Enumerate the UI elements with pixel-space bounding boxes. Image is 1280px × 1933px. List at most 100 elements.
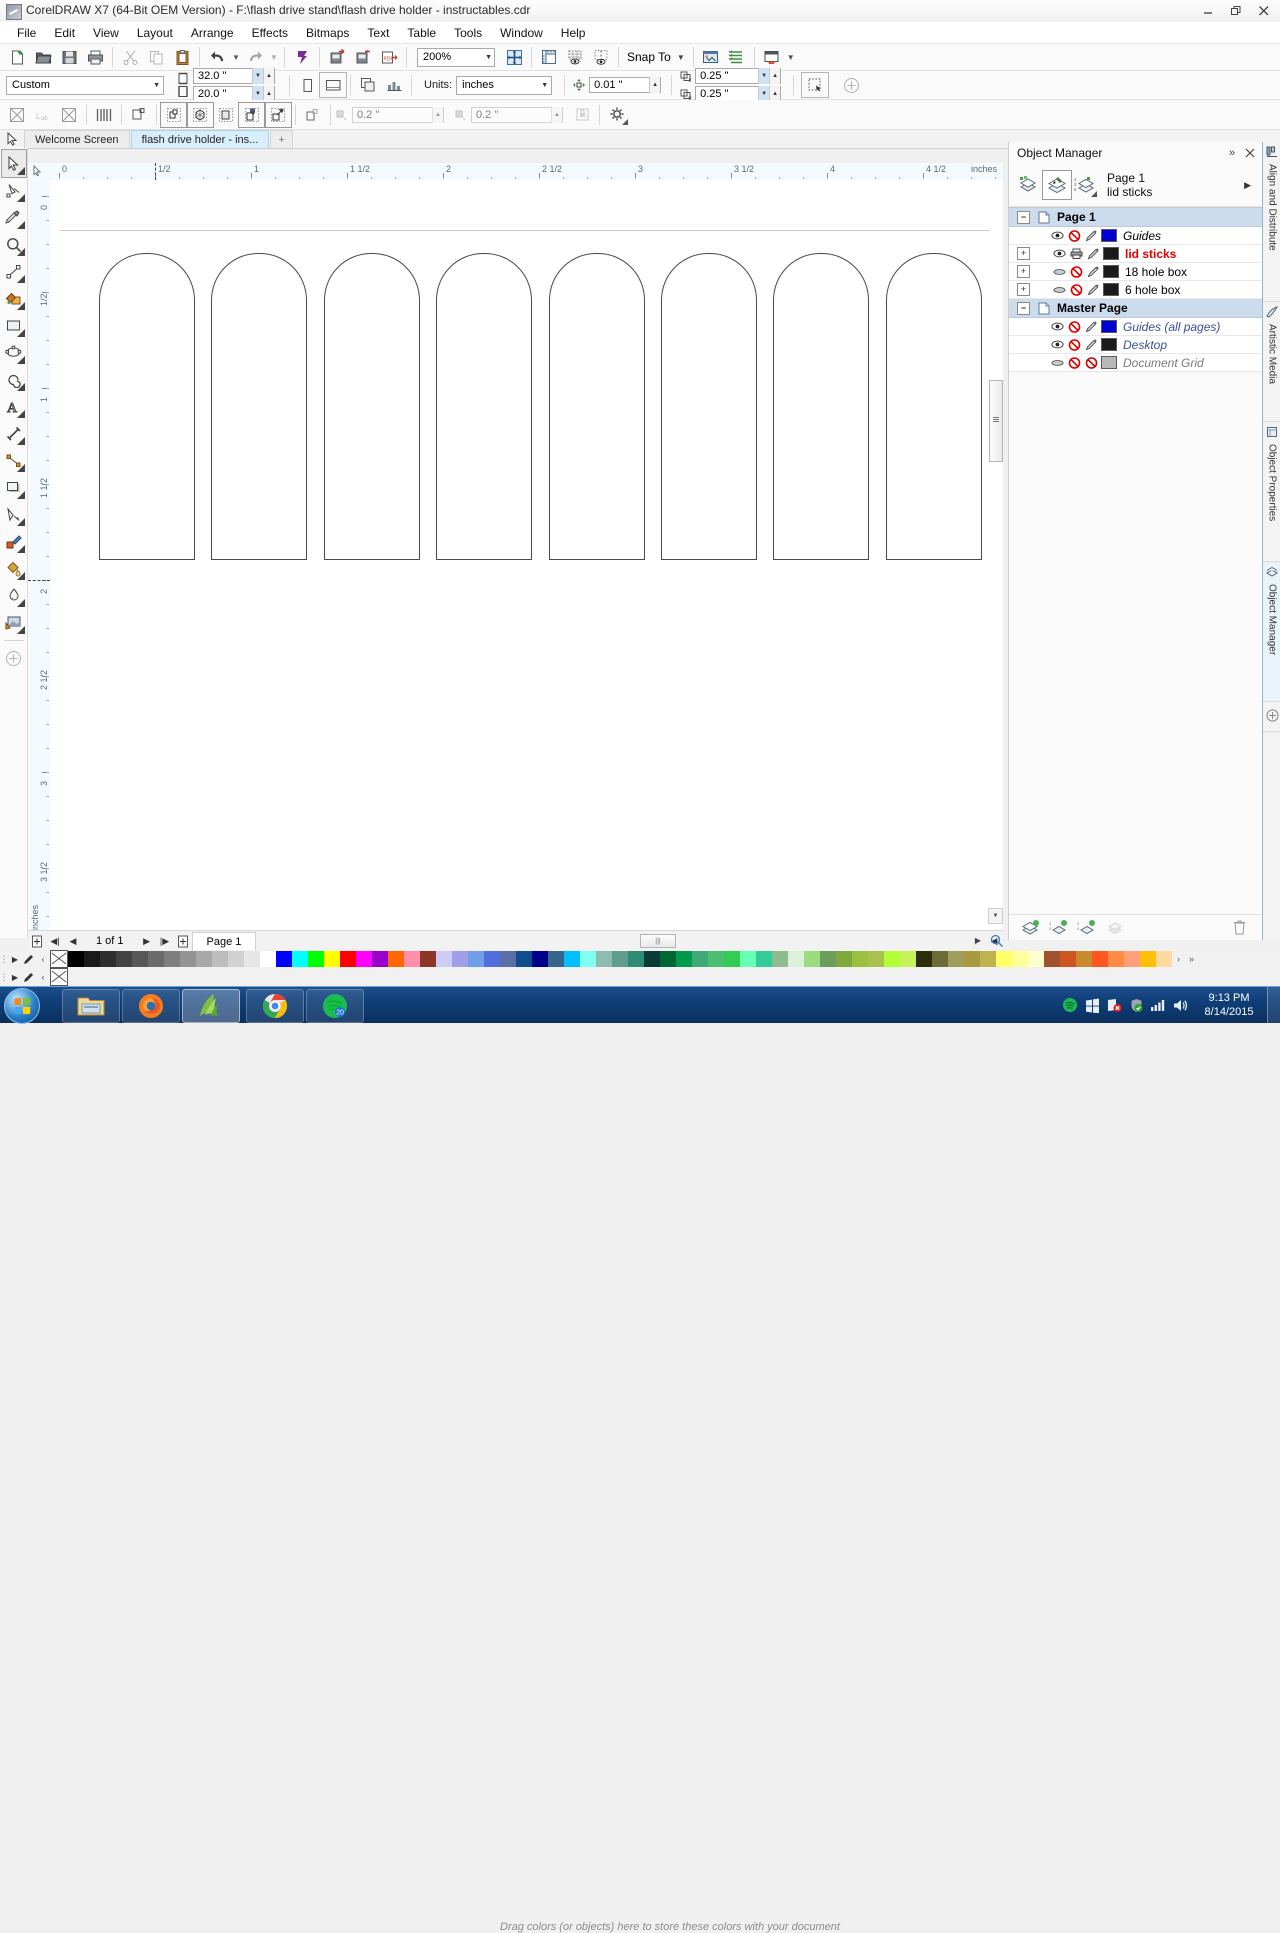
previous-page-button[interactable]: ◀ xyxy=(64,932,82,950)
shape-tool[interactable] xyxy=(2,177,26,204)
drawing-canvas[interactable]: ▼ xyxy=(50,180,1003,932)
layer-color-swatch[interactable] xyxy=(1101,320,1117,333)
menu-view[interactable]: View xyxy=(84,24,128,42)
interactive-fill-tool[interactable] xyxy=(2,609,26,636)
next-page-button[interactable]: ▶ xyxy=(138,932,156,950)
color-swatch[interactable] xyxy=(196,951,212,967)
outline-tool[interactable] xyxy=(2,582,26,609)
color-swatch[interactable] xyxy=(228,951,244,967)
expand-collapse-icon[interactable]: − xyxy=(1017,301,1030,315)
layer-editable-icon[interactable] xyxy=(1084,229,1099,243)
first-page-button[interactable]: ◀| xyxy=(46,932,64,950)
color-swatch[interactable] xyxy=(788,951,804,967)
color-swatch[interactable] xyxy=(260,951,276,967)
outline-y-field[interactable]: 0.2 " ▲ xyxy=(471,106,563,123)
color-swatch[interactable] xyxy=(68,951,84,967)
transparency-tool-flyout[interactable] xyxy=(16,518,25,526)
layer-row[interactable]: Desktop xyxy=(1009,336,1263,354)
expand-layer-icon[interactable]: + xyxy=(1017,247,1030,260)
lid-stick[interactable] xyxy=(548,253,645,560)
color-swatch[interactable] xyxy=(1012,951,1028,967)
customize-toolbox-button[interactable] xyxy=(2,645,26,672)
color-swatch[interactable] xyxy=(116,951,132,967)
current-page-button[interactable] xyxy=(381,73,407,97)
layer-editable-icon[interactable] xyxy=(1084,320,1099,334)
color-swatch[interactable] xyxy=(436,951,452,967)
color-swatch[interactable] xyxy=(852,951,868,967)
expand-collapse-icon[interactable]: − xyxy=(1017,210,1030,224)
color-swatch[interactable] xyxy=(212,951,228,967)
snap-to-dropdown[interactable]: Snap To ▼ xyxy=(623,50,689,64)
ruler-origin-button[interactable] xyxy=(28,163,51,181)
layer-group-row[interactable]: − Master Page xyxy=(1009,299,1263,318)
outline-tool-flyout[interactable] xyxy=(16,599,25,607)
layer-editable-icon[interactable] xyxy=(1086,247,1101,261)
layer-row[interactable]: Document Grid xyxy=(1009,354,1263,372)
document-palette-left-button[interactable]: ‹ xyxy=(36,968,50,986)
color-swatch[interactable] xyxy=(980,951,996,967)
tray-security-icon[interactable] xyxy=(1125,987,1147,1023)
color-swatch[interactable] xyxy=(516,951,532,967)
taskbar-clock[interactable]: 9:13 PM 8/14/2015 xyxy=(1191,991,1267,1019)
duplicate-x-stepper[interactable]: ▲ xyxy=(769,68,781,84)
portrait-orientation-button[interactable] xyxy=(294,73,320,97)
layer-manager-view-button[interactable]: 135 xyxy=(1071,171,1099,199)
page-width-field[interactable]: 32.0 " ▼ ▲ xyxy=(193,68,275,84)
freehand-tool[interactable] xyxy=(2,258,26,285)
layer-row[interactable]: +18 hole box xyxy=(1009,263,1263,281)
color-swatch[interactable] xyxy=(868,951,884,967)
color-swatch[interactable] xyxy=(100,951,116,967)
side-tab-add-docker[interactable] xyxy=(1263,702,1280,732)
align-right-button[interactable] xyxy=(56,103,82,127)
color-swatch[interactable] xyxy=(148,951,164,967)
color-swatch[interactable] xyxy=(292,951,308,967)
layer-color-swatch[interactable] xyxy=(1103,265,1119,278)
menu-effects[interactable]: Effects xyxy=(243,24,297,42)
expand-layer-icon[interactable]: + xyxy=(1017,265,1030,278)
menu-tools[interactable]: Tools xyxy=(445,24,491,42)
layer-editable-icon[interactable] xyxy=(1084,338,1099,352)
side-tab-artistic-media[interactable]: Artistic Media xyxy=(1263,302,1280,422)
tab-welcome-screen[interactable]: Welcome Screen xyxy=(24,130,130,148)
collapse-docker-button[interactable]: » xyxy=(1223,144,1241,162)
layer-tree[interactable]: − Page 1 Guides + lid sticks +18 hole box +6 h… xyxy=(1009,207,1263,372)
color-swatch[interactable] xyxy=(884,951,900,967)
color-swatch[interactable] xyxy=(244,951,260,967)
outline-y-stepper-up[interactable]: ▲ xyxy=(551,106,562,123)
align-center-horizontal-button[interactable]: Lab xyxy=(30,103,56,127)
color-swatch[interactable] xyxy=(772,951,788,967)
redo-button[interactable] xyxy=(242,45,268,69)
color-swatch[interactable] xyxy=(372,951,388,967)
color-swatch[interactable] xyxy=(340,951,356,967)
color-swatch[interactable] xyxy=(132,951,148,967)
color-swatch[interactable] xyxy=(1156,951,1172,967)
print-button[interactable] xyxy=(82,45,108,69)
taskbar-chrome[interactable] xyxy=(246,989,304,1023)
show-object-properties-button[interactable] xyxy=(1015,171,1043,199)
palette-scroll-more-button[interactable]: › xyxy=(1172,950,1185,968)
color-swatch[interactable] xyxy=(804,951,820,967)
all-pages-button[interactable] xyxy=(355,73,381,97)
dimension-tool-flyout[interactable] xyxy=(16,437,25,445)
parallel-dimension-tool[interactable] xyxy=(2,420,26,447)
layer-hidden-icon[interactable] xyxy=(1050,356,1065,370)
color-swatch[interactable] xyxy=(1092,951,1108,967)
rectangle-tool[interactable] xyxy=(2,312,26,339)
landscape-orientation-button[interactable] xyxy=(319,72,347,98)
menu-file[interactable]: File xyxy=(8,24,45,42)
side-tab-object-manager[interactable]: Object Manager xyxy=(1263,562,1280,702)
shape-tool-flyout[interactable] xyxy=(16,194,25,202)
drop-shadow-tool[interactable] xyxy=(2,474,26,501)
expand-layer-icon[interactable]: + xyxy=(1017,283,1030,296)
menu-layout[interactable]: Layout xyxy=(128,24,182,42)
palette-scroll-up-button[interactable]: ▶ xyxy=(8,950,22,968)
layer-row[interactable]: +6 hole box xyxy=(1009,281,1263,299)
crop-tool-flyout[interactable] xyxy=(16,221,25,229)
color-swatch[interactable] xyxy=(548,951,564,967)
duplicate-x-field[interactable]: 0.25 " ▼ ▲ xyxy=(695,68,782,84)
polygon-tool[interactable] xyxy=(2,366,26,393)
undo-button[interactable] xyxy=(204,45,230,69)
color-swatch[interactable] xyxy=(1044,951,1060,967)
import-button[interactable] xyxy=(324,45,350,69)
color-swatch[interactable] xyxy=(612,951,628,967)
